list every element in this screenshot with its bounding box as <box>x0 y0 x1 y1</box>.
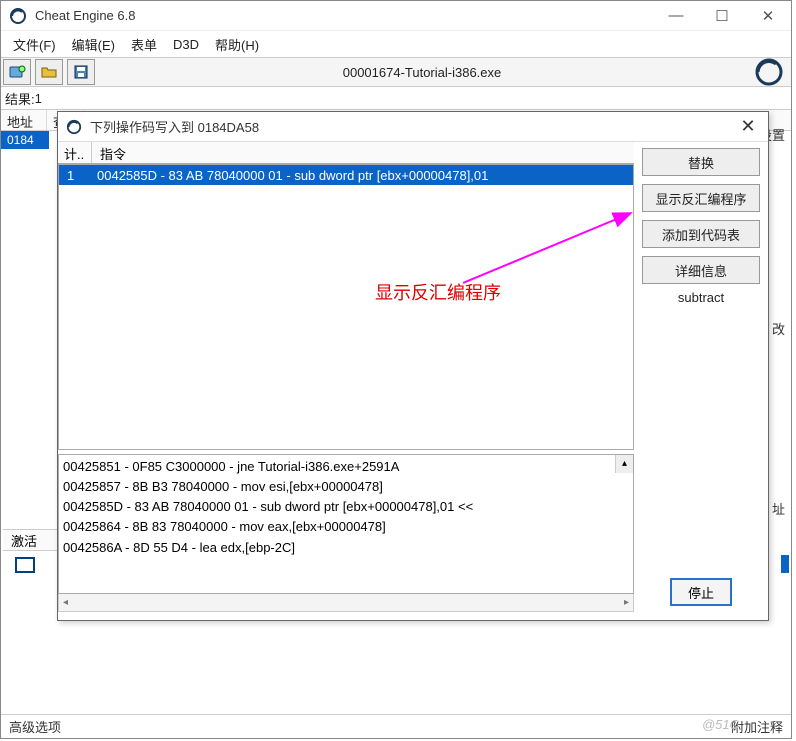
status-bar: 高级选项 附加注释 <box>1 714 791 738</box>
maximize-button[interactable]: ☐ <box>699 1 745 31</box>
title-bar: Cheat Engine 6.8 — ☐ ✕ <box>1 1 791 31</box>
opcode-dialog: 下列操作码写入到 0184DA58 ✕ 计.. 指令 1 0042585D - … <box>57 111 769 621</box>
menu-table[interactable]: 表单 <box>131 35 157 54</box>
activate-checkbox[interactable] <box>15 557 35 573</box>
process-label: 00001674-Tutorial-i386.exe <box>97 65 747 80</box>
row-instruction: 0042585D - 83 AB 78040000 01 - sub dword… <box>93 168 492 183</box>
disasm-line: 00425864 - 8B 83 78040000 - mov eax,[ebx… <box>63 517 629 537</box>
table-row[interactable]: 0184 <box>1 131 49 149</box>
col-count[interactable]: 计.. <box>58 142 92 163</box>
menu-edit[interactable]: 编辑(E) <box>72 35 115 54</box>
disasm-line: 0042585D - 83 AB 78040000 01 - sub dword… <box>63 497 629 517</box>
minimize-button[interactable]: — <box>653 1 699 31</box>
results-bar: 结果: 1 <box>1 87 791 109</box>
scroll-up-icon[interactable]: ▴ <box>615 455 633 473</box>
menu-bar: 文件(F) 编辑(E) 表单 D3D 帮助(H) <box>1 31 791 57</box>
menu-file[interactable]: 文件(F) <box>13 35 56 54</box>
disasm-line: 0042586A - 8D 55 D4 - lea edx,[ebp-2C] <box>63 538 629 558</box>
disassembly-box[interactable]: ▴ 00425851 - 0F85 C3000000 - jne Tutoria… <box>58 454 634 594</box>
col-address[interactable]: 地址 <box>1 110 47 130</box>
activate-header[interactable]: 激活 <box>3 529 57 551</box>
open-file-button[interactable] <box>35 59 63 85</box>
replace-button[interactable]: 替换 <box>642 148 760 176</box>
show-disasm-button[interactable]: 显示反汇编程序 <box>642 184 760 212</box>
menu-help[interactable]: 帮助(H) <box>215 35 259 54</box>
dialog-close-button[interactable]: ✕ <box>728 116 768 137</box>
save-button[interactable] <box>67 59 95 85</box>
list-item[interactable]: 1 0042585D - 83 AB 78040000 01 - sub dwo… <box>59 165 633 185</box>
dialog-title: 下列操作码写入到 0184DA58 <box>90 117 728 136</box>
disasm-line: 00425857 - 8B B3 78040000 - mov esi,[ebx… <box>63 477 629 497</box>
select-process-button[interactable] <box>3 59 31 85</box>
dialog-icon <box>58 119 90 135</box>
bg-label-modify: 改 <box>772 319 785 338</box>
scroll-right-icon[interactable]: ▸ <box>624 597 629 608</box>
results-count: 1 <box>35 91 42 106</box>
advanced-options[interactable]: 高级选项 <box>9 717 61 736</box>
close-button[interactable]: ✕ <box>745 1 791 31</box>
cheat-table-selection <box>781 555 789 573</box>
ce-logo-icon <box>747 58 791 86</box>
opcode-list[interactable]: 1 0042585D - 83 AB 78040000 01 - sub dwo… <box>58 164 634 450</box>
watermark: @51C <box>702 717 739 732</box>
arrow-icon <box>463 205 634 285</box>
horizontal-scrollbar[interactable]: ◂ ▸ <box>58 594 634 612</box>
col-instruction[interactable]: 指令 <box>92 142 634 163</box>
scroll-left-icon[interactable]: ◂ <box>63 597 68 608</box>
menu-d3d[interactable]: D3D <box>173 37 199 52</box>
opcode-list-header: 计.. 指令 <box>58 142 634 164</box>
row-count: 1 <box>59 168 93 183</box>
disasm-line: 00425851 - 0F85 C3000000 - jne Tutorial-… <box>63 457 629 477</box>
add-to-codelist-button[interactable]: 添加到代码表 <box>642 220 760 248</box>
toolbar: 00001674-Tutorial-i386.exe <box>1 57 791 87</box>
app-icon <box>1 7 35 25</box>
details-button[interactable]: 详细信息 <box>642 256 760 284</box>
bg-label-addr: 址 <box>772 499 785 518</box>
stop-button[interactable]: 停止 <box>670 578 732 606</box>
app-title: Cheat Engine 6.8 <box>35 8 653 23</box>
results-label: 结果: <box>5 89 35 108</box>
subtract-label: subtract <box>642 290 760 305</box>
